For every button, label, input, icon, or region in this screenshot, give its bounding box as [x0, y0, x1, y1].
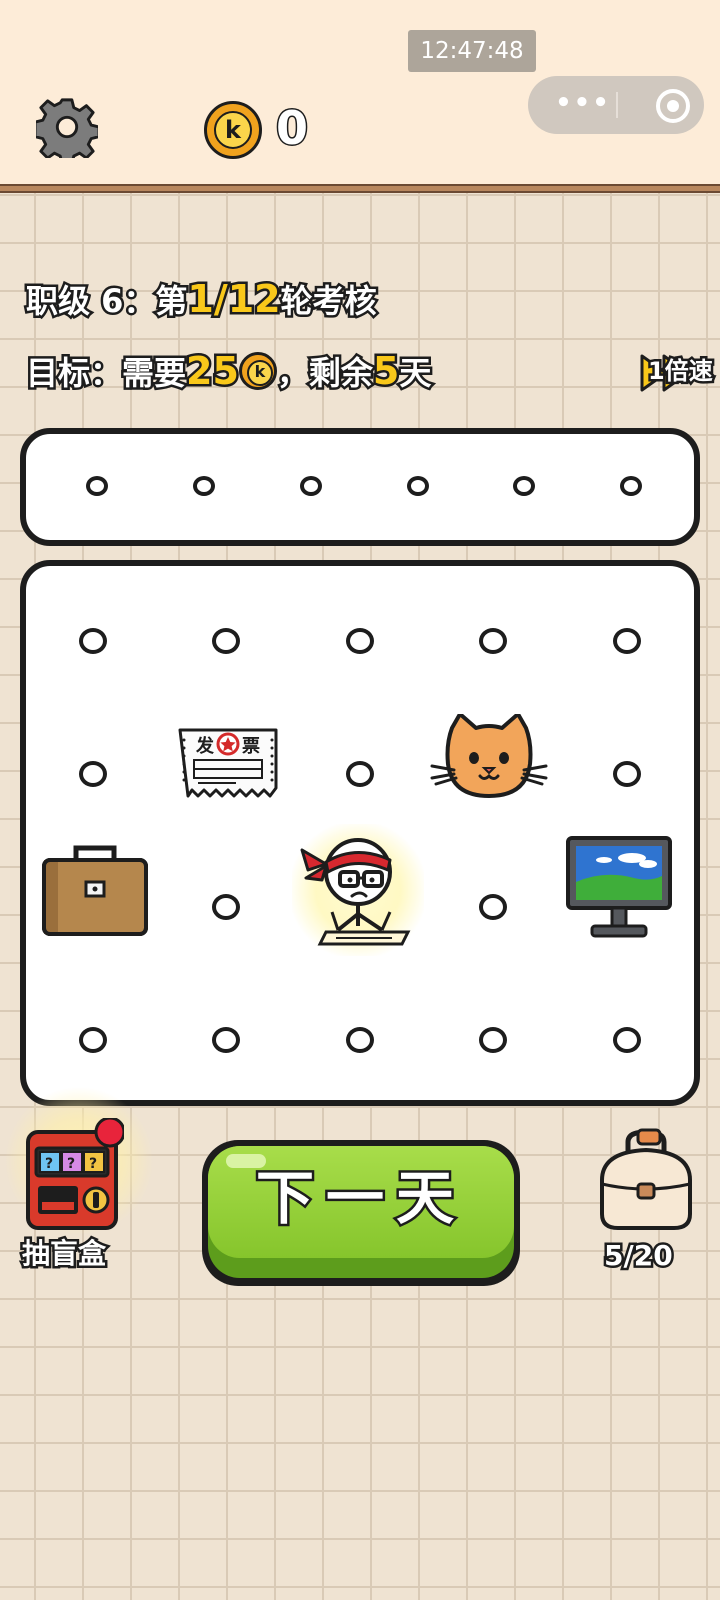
inventory-slot[interactable] [193, 476, 215, 496]
more-icon[interactable]: ••• [548, 76, 618, 134]
board-slot[interactable] [79, 1027, 107, 1053]
board-slot[interactable] [212, 894, 240, 920]
level-prefix: 职级 6：第 [23, 280, 189, 323]
board-slot[interactable] [479, 1027, 507, 1053]
board-slot[interactable] [479, 894, 507, 920]
invoice-title-left: 发 [195, 735, 215, 757]
board-slot[interactable] [613, 628, 641, 654]
next-day-label: 下一天 [253, 1162, 466, 1235]
goal-days: 5 [370, 347, 402, 396]
notification-badge [94, 1118, 124, 1148]
svg-text:?: ? [45, 1156, 53, 1172]
svg-text:?: ? [67, 1156, 75, 1172]
coin-icon [238, 352, 277, 390]
bag-count: 5/20 [602, 1237, 676, 1275]
speed-label: 1倍速 [646, 355, 716, 388]
board-slot[interactable] [346, 1027, 374, 1053]
slot-machine-icon[interactable]: ? ? ? [24, 1118, 124, 1232]
inventory-slot[interactable] [620, 476, 642, 496]
goal-amount: 25 [184, 347, 242, 396]
cat-icon[interactable] [430, 714, 548, 800]
invoice-title-right: 票 [242, 736, 260, 757]
blind-box-label[interactable]: 抽盲盒 [19, 1234, 108, 1274]
board-slot[interactable] [479, 628, 507, 654]
close-target-icon[interactable] [656, 89, 690, 123]
coin-count: 0 [274, 100, 309, 157]
inventory-slot[interactable] [300, 476, 322, 496]
game-board: 发 票 [20, 560, 700, 1106]
inventory-bar [20, 428, 700, 546]
board-slot[interactable] [212, 1027, 240, 1053]
board-slot[interactable] [79, 628, 107, 654]
svg-text:?: ? [89, 1156, 97, 1172]
clock: 12:47:48 [408, 30, 536, 72]
monitor-icon[interactable] [564, 834, 674, 940]
round-value: 1/12 [185, 275, 283, 324]
board-slot[interactable] [212, 628, 240, 654]
coin-icon: k [204, 101, 262, 159]
goal-line: 目标：需要25 ，剩余5天 [23, 347, 434, 396]
goal-prefix: 目标：需要 [23, 352, 188, 395]
level-suffix: 轮考核 [278, 280, 379, 323]
board-slot[interactable] [613, 1027, 641, 1053]
level-line: 职级 6：第1/12轮考核 [23, 275, 379, 324]
board-slot[interactable] [346, 761, 374, 787]
inventory-slot[interactable] [407, 476, 429, 496]
mini-program-capsule[interactable]: ••• [528, 76, 704, 134]
board-slot[interactable] [79, 761, 107, 787]
next-day-button[interactable]: 下一天 [202, 1140, 520, 1286]
board-slot[interactable] [346, 628, 374, 654]
speed-toggle[interactable]: 1倍速 [640, 350, 716, 394]
inventory-slot[interactable] [86, 476, 108, 496]
backpack-icon[interactable] [594, 1128, 696, 1232]
goal-middle: ，剩余 [274, 352, 375, 395]
inventory-slot[interactable] [513, 476, 535, 496]
top-bar-border [0, 184, 720, 193]
worker-character[interactable] [296, 826, 416, 950]
capsule-divider [616, 92, 618, 118]
gear-icon[interactable] [36, 96, 98, 158]
board-slot[interactable] [613, 761, 641, 787]
goal-suffix: 天 [397, 352, 434, 395]
invoice-icon[interactable]: 发 票 [176, 726, 280, 802]
briefcase-icon[interactable] [40, 842, 150, 938]
